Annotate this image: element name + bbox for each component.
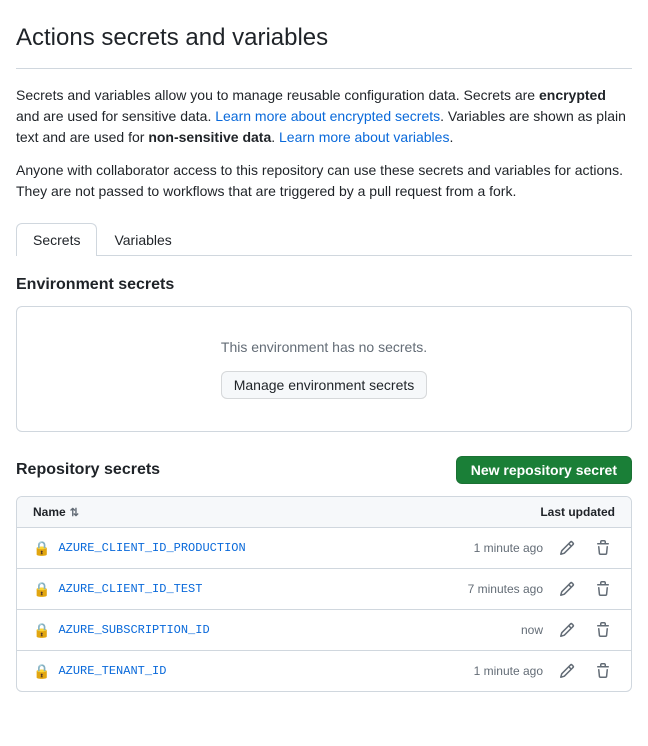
trash-icon — [595, 581, 611, 597]
secret-name: AZURE_TENANT_ID — [58, 664, 166, 678]
tab-variables[interactable]: Variables — [97, 223, 188, 256]
trash-icon — [595, 663, 611, 679]
delete-secret-button[interactable] — [591, 661, 615, 681]
repository-secrets-section: Repository secrets New repository secret… — [16, 456, 632, 692]
secret-right: 1 minute ago — [474, 661, 615, 681]
delete-secret-button[interactable] — [591, 579, 615, 599]
table-header-updated: Last updated — [540, 505, 615, 519]
secrets-table: Name ⇅ Last updated 🔒 AZURE_CLIENT_ID_PR… — [16, 496, 632, 692]
delete-secret-button[interactable] — [591, 620, 615, 640]
secret-left: 🔒 AZURE_TENANT_ID — [33, 663, 166, 680]
col-name-label: Name — [33, 505, 66, 519]
desc1-cont: and are used for sensitive data. — [16, 108, 215, 124]
environment-secrets-title: Environment secrets — [16, 276, 632, 294]
page-title: Actions secrets and variables — [16, 24, 632, 52]
description-text: Secrets and variables allow you to manag… — [16, 85, 632, 148]
secret-updated-time: 1 minute ago — [474, 664, 543, 678]
desc1-bold: encrypted — [539, 87, 606, 103]
lock-icon: 🔒 — [33, 622, 50, 639]
tab-secrets[interactable]: Secrets — [16, 223, 97, 256]
manage-environment-secrets-button[interactable]: Manage environment secrets — [221, 371, 428, 399]
edit-secret-button[interactable] — [555, 538, 579, 558]
pencil-icon — [559, 622, 575, 638]
desc1-text: Secrets and variables allow you to manag… — [16, 87, 539, 103]
repository-secrets-header: Repository secrets New repository secret — [16, 456, 632, 484]
pencil-icon — [559, 540, 575, 556]
table-header: Name ⇅ Last updated — [17, 497, 631, 528]
environment-secrets-empty: This environment has no secrets. — [33, 339, 615, 355]
section-divider — [16, 68, 632, 69]
delete-secret-button[interactable] — [591, 538, 615, 558]
environment-secrets-section: Environment secrets This environment has… — [16, 276, 632, 432]
table-row: 🔒 AZURE_SUBSCRIPTION_ID now — [17, 610, 631, 651]
secret-name: AZURE_CLIENT_ID_TEST — [58, 582, 202, 596]
desc2-end: . — [271, 129, 279, 145]
secret-left: 🔒 AZURE_CLIENT_ID_PRODUCTION — [33, 540, 246, 557]
secret-updated-time: 1 minute ago — [474, 541, 543, 555]
learn-more-variables-link[interactable]: Learn more about variables — [279, 129, 449, 145]
edit-secret-button[interactable] — [555, 579, 579, 599]
secret-name: AZURE_SUBSCRIPTION_ID — [58, 623, 209, 637]
pencil-icon — [559, 663, 575, 679]
pencil-icon — [559, 581, 575, 597]
secret-right: now — [521, 620, 615, 640]
environment-secrets-box: This environment has no secrets. Manage … — [16, 306, 632, 432]
notice-text: Anyone with collaborator access to this … — [16, 160, 632, 202]
secret-left: 🔒 AZURE_SUBSCRIPTION_ID — [33, 622, 210, 639]
edit-secret-button[interactable] — [555, 620, 579, 640]
repository-secrets-title: Repository secrets — [16, 461, 160, 479]
table-row: 🔒 AZURE_CLIENT_ID_PRODUCTION 1 minute ag… — [17, 528, 631, 569]
lock-icon: 🔒 — [33, 581, 50, 598]
table-row: 🔒 AZURE_TENANT_ID 1 minute ago — [17, 651, 631, 691]
new-repository-secret-button[interactable]: New repository secret — [456, 456, 632, 484]
lock-icon: 🔒 — [33, 540, 50, 557]
lock-icon: 🔒 — [33, 663, 50, 680]
trash-icon — [595, 540, 611, 556]
secret-right: 1 minute ago — [474, 538, 615, 558]
tabs-container: Secrets Variables — [16, 222, 632, 256]
learn-more-secrets-link[interactable]: Learn more about encrypted secrets — [215, 108, 440, 124]
secret-updated-time: now — [521, 623, 543, 637]
sort-icon[interactable]: ⇅ — [70, 506, 79, 519]
table-header-name: Name ⇅ — [33, 505, 79, 519]
edit-secret-button[interactable] — [555, 661, 579, 681]
secret-right: 7 minutes ago — [468, 579, 615, 599]
secret-updated-time: 7 minutes ago — [468, 582, 543, 596]
secret-left: 🔒 AZURE_CLIENT_ID_TEST — [33, 581, 202, 598]
secret-name: AZURE_CLIENT_ID_PRODUCTION — [58, 541, 245, 555]
table-row: 🔒 AZURE_CLIENT_ID_TEST 7 minutes ago — [17, 569, 631, 610]
desc2-bold: non-sensitive data — [148, 129, 271, 145]
trash-icon — [595, 622, 611, 638]
